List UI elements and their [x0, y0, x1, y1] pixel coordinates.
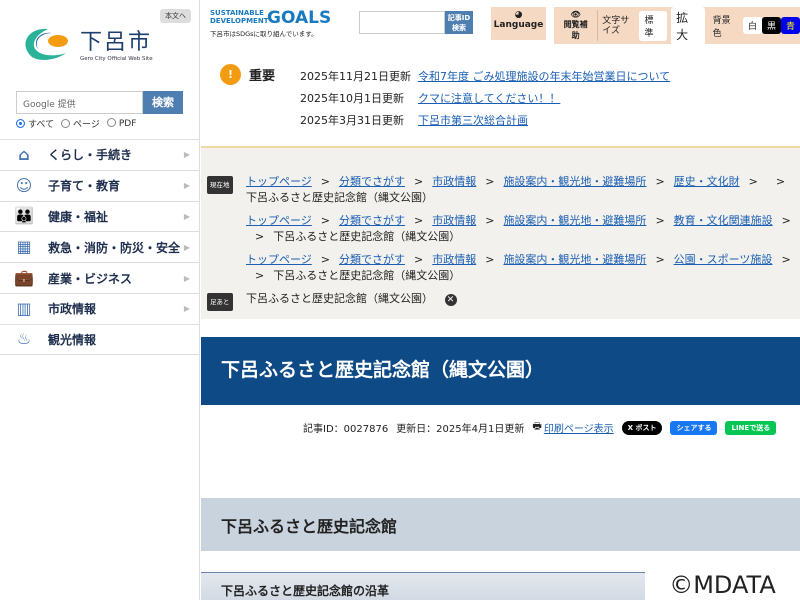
nav-item-city-info[interactable]: ▥ 市政情報 ▶	[0, 292, 200, 324]
search-scope: すべて ページ PDF	[16, 117, 136, 130]
bg-blue-button[interactable]: 青	[780, 17, 800, 34]
updated-date: 更新日：2025年4月1日更新	[396, 424, 525, 435]
nav-item-safety[interactable]: ▦ 救急・消防・防災・安全 ▶	[0, 231, 200, 262]
share-x-button[interactable]: X ポスト	[621, 420, 663, 435]
news-item: 2025年10月1日更新 クマに注意してください！！	[300, 92, 561, 105]
nav-item-living[interactable]: ⌂ くらし・手続き ▶	[0, 139, 200, 170]
article-id: 記事ID：0027876	[303, 424, 389, 435]
radio-pdf[interactable]: PDF	[106, 118, 136, 129]
bg-white-button[interactable]: 白	[742, 17, 762, 34]
share-facebook-button[interactable]: シェアする	[670, 420, 718, 435]
breadcrumb-row: トップページ > 分類でさがす > 市政情報 > 施設案内・観光地・避難場所 > 公園・スポーツ…	[246, 253, 791, 282]
exclamation-icon: !	[220, 64, 241, 85]
eye-icon: 👁	[570, 10, 581, 19]
house-icon: ⌂	[18, 144, 30, 164]
sidebar: 本文へ 下呂市 Gero City Official Web Site Googl…	[0, 0, 200, 600]
current-location-tag: 現在地	[207, 176, 233, 194]
watermark: ©MDATA	[645, 570, 800, 600]
breadcrumb-row: トップページ > 分類でさがす > 市政情報 > 施設案内・観光地・避難場所 > 歴史・文化財 >…	[246, 175, 786, 204]
nav-item-health[interactable]: 👪 健康・福祉 ▶	[0, 200, 200, 232]
article-meta: 記事ID：0027876 更新日：2025年4月1日更新 🖶 印刷ページ表示 X…	[303, 419, 777, 436]
page-title: 下呂ふるさと歴史記念館（縄文公園）	[201, 337, 800, 405]
sdgs-banner[interactable]: SUSTAINABLE DEVELOPMENT GOALS 下呂市はSDGsに取り…	[210, 8, 331, 38]
logo-name: 下呂市	[80, 30, 153, 55]
site-search: Google 提供 検索	[16, 91, 183, 114]
news-item: 2025年11月21日更新 令和7年度 ごみ処理施設の年末年始営業日について	[300, 70, 671, 83]
search-button[interactable]: 検索	[143, 91, 183, 114]
briefcase-icon: 💼	[14, 268, 34, 288]
arrow-right-icon: ▶	[183, 273, 190, 283]
globe-icon: ◕	[514, 10, 523, 20]
section-heading: 下呂ふるさと歴史記念館	[201, 498, 800, 551]
logo-subtitle: Gero City Official Web Site	[80, 56, 153, 62]
site-logo[interactable]: 下呂市 Gero City Official Web Site	[18, 24, 153, 62]
reading-aid-button[interactable]: 👁 閲覧補助	[560, 10, 599, 41]
building-icon: ▥	[16, 298, 32, 318]
arrow-right-icon: ▶	[183, 304, 190, 314]
article-id-input[interactable]	[359, 11, 445, 34]
arrow-right-icon: ▶	[183, 150, 190, 160]
close-icon[interactable]: ✕	[444, 294, 457, 306]
bg-black-button[interactable]: 黒	[761, 17, 781, 34]
radio-page[interactable]: ページ	[61, 117, 100, 130]
article-id-search-button[interactable]: 記事ID 検索	[445, 11, 473, 34]
gero-logo-icon	[25, 28, 68, 60]
news-link[interactable]: 下呂市第三次総合計画	[418, 114, 528, 127]
important-notice: ! 重要	[220, 64, 275, 85]
accessibility-bar: 👁 閲覧補助 文字サイズ 標準 拡大 背景色 白 黒 青	[554, 6, 800, 45]
nav-item-tourism[interactable]: ♨ 観光情報	[0, 323, 200, 355]
sdg-caption: 下呂市はSDGsに取り組んでいます。	[210, 30, 318, 38]
text-size-normal[interactable]: 標準	[639, 10, 668, 41]
search-input[interactable]: Google 提供	[16, 91, 143, 114]
nav-item-childcare[interactable]: ☺ 子育て・教育 ▶	[0, 169, 200, 201]
bg-color-label: 背景色	[712, 15, 731, 39]
news-link[interactable]: 令和7年度 ごみ処理施設の年末年始営業日について	[418, 70, 670, 83]
printer-icon: 🖶	[532, 421, 542, 432]
news-link[interactable]: クマに注意してください！！	[418, 92, 560, 105]
footprint-row: 下呂ふるさと歴史記念館（縄文公園） ✕	[207, 291, 800, 307]
important-list: 2025年11月21日更新 令和7年度 ごみ処理施設の年末年始営業日について 20…	[300, 66, 670, 132]
share-line-button[interactable]: LINEで送る	[725, 420, 777, 435]
child-reading-icon: ☺	[15, 175, 33, 195]
news-item: 2025年3月31日更新 下呂市第三次総合計画	[300, 114, 528, 127]
arrow-right-icon: ▶	[183, 181, 190, 191]
main-content: SUSTAINABLE DEVELOPMENT GOALS 下呂市はSDGsに取り…	[201, 0, 800, 600]
nav-item-business[interactable]: 💼 産業・ビジネス ▶	[0, 262, 200, 293]
print-link[interactable]: 印刷ページ表示	[544, 420, 614, 435]
footprint-tag: 足あと	[207, 293, 233, 311]
arrow-right-icon: ▶	[183, 211, 190, 221]
radio-icon: ▦	[16, 237, 32, 257]
article-id-search: 記事ID 検索	[359, 11, 473, 34]
arrow-right-icon: ▶	[183, 242, 190, 252]
breadcrumb-row: トップページ > 分類でさがす > 市政情報 > 施設案内・観光地・避難場所 > 教育・文化関連…	[246, 214, 791, 243]
skip-to-content-link[interactable]: 本文へ	[160, 9, 191, 23]
hot-spring-icon: ♨	[16, 329, 32, 349]
sdg-goals: GOALS	[267, 8, 332, 28]
people-icon: 👪	[14, 206, 34, 226]
breadcrumb: 現在地 トップページ > 分類でさがす > 市政情報 > 施設案内・観光地・避難場所 > 歴史・…	[201, 146, 800, 319]
main-nav: ⌂ くらし・手続き ▶ ☺ 子育て・教育 ▶ 👪 健康・福祉 ▶ ▦ 救急・消防・防災・安全 ▶…	[0, 139, 200, 355]
text-size-large[interactable]: 拡大	[671, 6, 705, 45]
radio-all[interactable]: すべて	[16, 117, 54, 130]
text-size-label: 文字サイズ	[602, 15, 630, 36]
language-button[interactable]: ◕ Language	[491, 7, 546, 40]
